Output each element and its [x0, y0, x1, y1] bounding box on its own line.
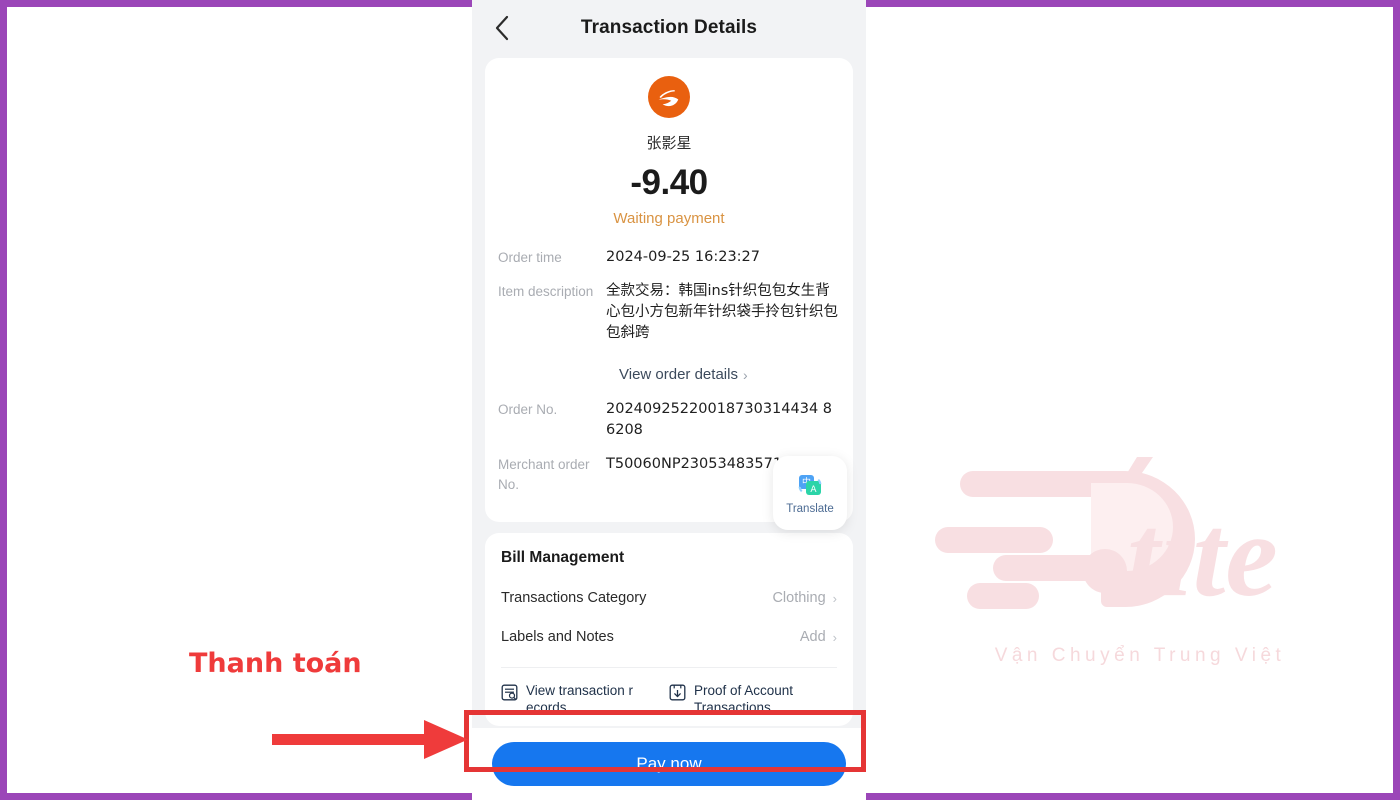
bill-row-value: Clothing [772, 590, 826, 606]
status-badge: Waiting payment [613, 210, 725, 227]
detail-value: 全款交易：韩国ins针织包包女生背心包小方包新年针织袋手拎包针织包包斜跨 [606, 283, 838, 341]
page-title: Transaction Details [580, 17, 758, 38]
detail-row-item-description: Item description 全款交易：韩国ins针织包包女生背心包小方包新… [498, 281, 839, 344]
action-label: Proof of Account Transactions [694, 683, 794, 715]
bill-management-title: Bill Management [501, 549, 625, 566]
detail-row-order-no: Order No. 20240925220018730314434 86208 [498, 399, 839, 441]
chevron-right-icon: › [742, 366, 748, 383]
bill-row-labels-and-notes[interactable]: Labels and Notes Add › [501, 629, 837, 645]
callout-text-annotation: Thanh toán [189, 648, 362, 679]
proof-of-account-transactions-action[interactable]: Proof of Account Transactions [669, 682, 837, 716]
detail-value: 20240925220018730314434 86208 [606, 401, 833, 438]
pay-bar: Pay now [472, 728, 866, 800]
detail-label: Order time [498, 250, 562, 265]
arrow-annotation [272, 720, 468, 759]
transaction-amount: -9.40 [630, 163, 708, 202]
app-topbar: Transaction Details [472, 0, 866, 56]
alipay-glyph-icon [658, 90, 679, 107]
translate-label: Translate [786, 502, 834, 515]
view-transaction-records-action[interactable]: View transaction r ecords [501, 682, 669, 716]
detail-row-order-time: Order time 2024-09-25 16:23:27 [498, 247, 839, 268]
bill-actions: View transaction r ecords Proof of Accou… [501, 682, 837, 716]
bill-management-card: Bill Management Transactions Category Cl… [485, 533, 853, 726]
detail-value: 2024-09-25 16:23:27 [606, 249, 760, 265]
proof-of-account-transactions-icon [669, 684, 686, 706]
svg-text:A: A [810, 485, 817, 495]
bill-row-label: Transactions Category [501, 590, 647, 606]
action-label: View transaction r ecords [526, 683, 634, 715]
chevron-right-icon: › [832, 629, 837, 645]
payee-name: 张影星 [646, 134, 692, 152]
view-order-details-link[interactable]: View order details › [619, 366, 748, 383]
pay-now-button[interactable]: Pay now [492, 742, 846, 786]
translate-icon: 中 A [798, 474, 822, 495]
detail-label: Merchant order No. [498, 457, 590, 492]
detail-label: Item description [498, 284, 594, 299]
view-transaction-records-icon [501, 684, 518, 706]
chevron-left-icon [495, 15, 509, 41]
bill-row-value: Add [799, 629, 826, 645]
alipay-logo-icon [648, 76, 690, 118]
transaction-summary-card: 张影星 -9.40 Waiting payment Order time 202… [485, 58, 853, 530]
phone-screen: Transaction Details 张影星 -9.40 Waiting pa… [472, 0, 866, 800]
back-button[interactable] [486, 12, 518, 44]
chevron-right-icon: › [832, 590, 837, 606]
detail-label: Order No. [498, 402, 558, 417]
bill-row-value-wrap: Add › [800, 629, 837, 645]
bill-row-value-wrap: Clothing › [772, 590, 837, 606]
translate-floating-button[interactable]: 中 A Translate [773, 456, 847, 530]
bill-row-transactions-category[interactable]: Transactions Category Clothing › [501, 590, 837, 606]
divider [501, 667, 837, 668]
view-order-details-label: View order details [619, 366, 738, 383]
bill-row-label: Labels and Notes [501, 629, 614, 645]
